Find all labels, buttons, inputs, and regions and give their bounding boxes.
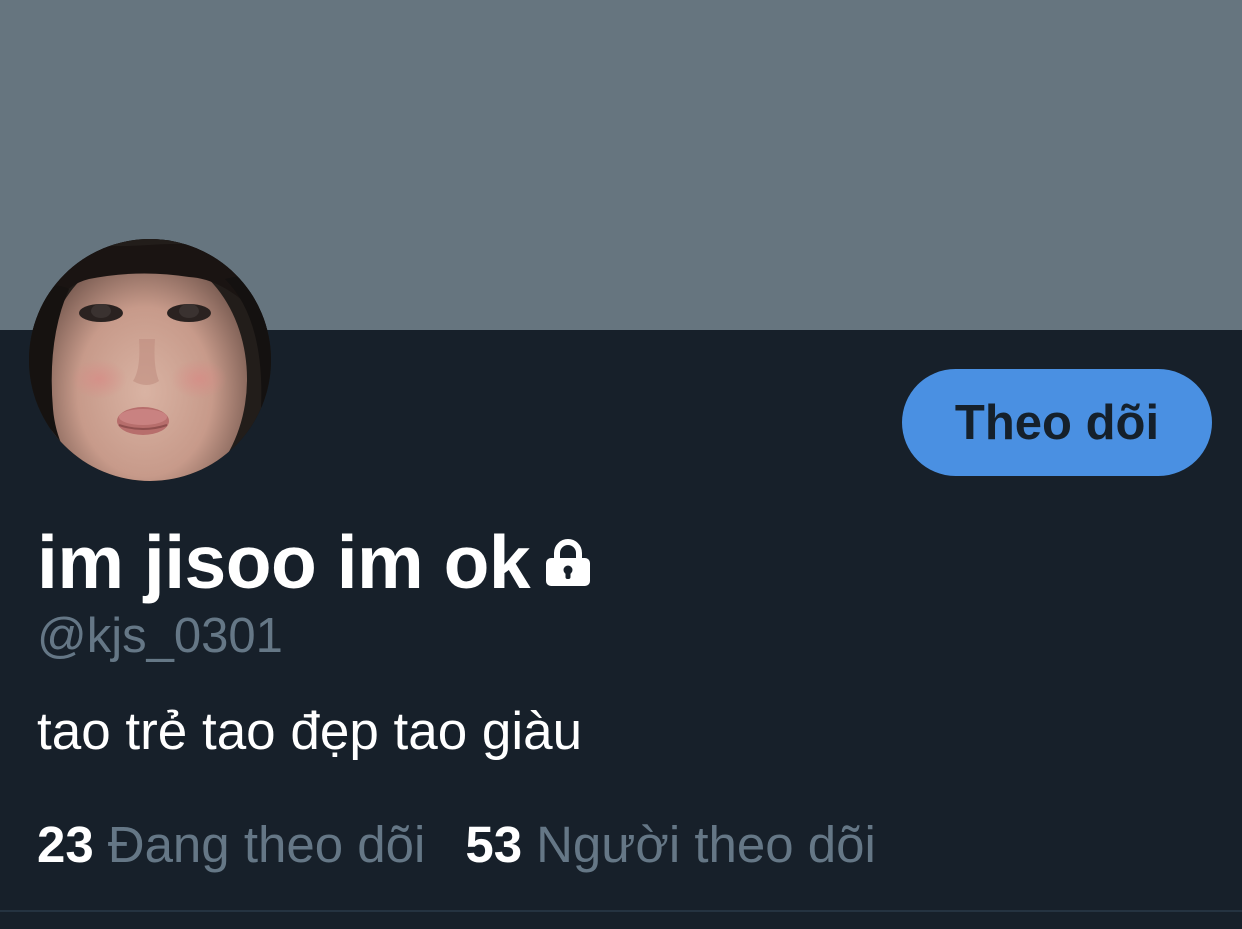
follow-stats: 23 Đang theo dõi 53 Người theo dõi [37, 812, 876, 876]
lock-icon [544, 538, 592, 593]
following-label: Đang theo dõi [107, 815, 426, 873]
follow-button[interactable]: Theo dõi [902, 369, 1212, 476]
profile-avatar[interactable] [29, 239, 271, 481]
avatar-photo-icon [29, 239, 271, 481]
profile-bio: tao trẻ tao đẹp tao giàu [37, 702, 583, 761]
display-name-row: im jisoo im ok [37, 514, 592, 610]
followers-count: 53 [465, 815, 523, 873]
section-divider [0, 910, 1242, 912]
display-name: im jisoo im ok [37, 519, 531, 604]
followers-label: Người theo dõi [536, 815, 876, 873]
following-count: 23 [37, 815, 94, 873]
user-handle: @kjs_0301 [37, 609, 283, 663]
profile-page: Theo dõi im jisoo im ok @kjs_0301 tao tr… [0, 0, 1242, 929]
followers-stat[interactable]: 53 Người theo dõi [465, 815, 876, 874]
following-stat[interactable]: 23 Đang theo dõi [37, 815, 425, 874]
